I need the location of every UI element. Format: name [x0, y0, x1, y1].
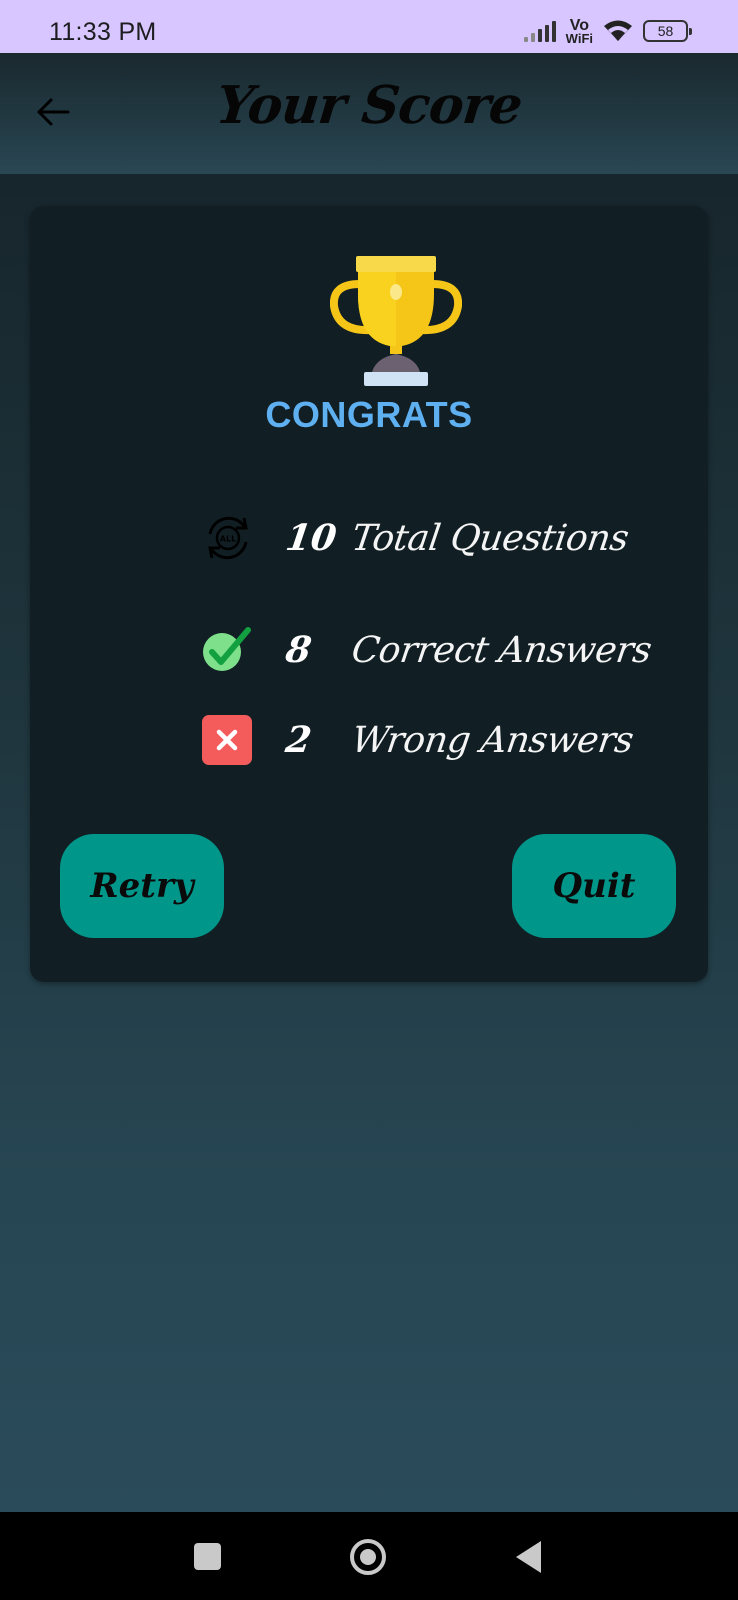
- status-bar: 11:33 PM Vo WiFi 58: [0, 0, 738, 53]
- total-questions-label: Total Questions: [349, 517, 631, 559]
- navigation-bar: [0, 1512, 738, 1600]
- home-circle-icon[interactable]: [350, 1539, 386, 1575]
- trophy-icon: [330, 256, 462, 386]
- back-triangle-icon[interactable]: [516, 1541, 541, 1573]
- status-icons: Vo WiFi 58: [523, 16, 692, 46]
- vowifi-bottom: WiFi: [565, 30, 593, 46]
- app-header: Your Score: [0, 53, 738, 174]
- wrong-answers-label: Wrong Answers: [349, 719, 636, 761]
- total-questions-value: 10: [283, 517, 340, 559]
- stat-wrong-answers: 2 Wrong Answers: [200, 712, 636, 768]
- battery-level: 58: [657, 23, 674, 39]
- correct-answers-value: 8: [283, 629, 315, 671]
- all-cycle-icon: ALL: [200, 510, 256, 566]
- cross-icon: [200, 712, 256, 768]
- status-time: 11:33 PM: [49, 18, 157, 46]
- retry-button[interactable]: Retry: [60, 834, 224, 938]
- signal-icon: [523, 20, 556, 42]
- wifi-icon: [604, 20, 632, 41]
- stat-correct-answers: 8 Correct Answers: [200, 622, 654, 678]
- quit-button[interactable]: Quit: [512, 834, 676, 938]
- svg-text:ALL: ALL: [220, 535, 236, 544]
- congrats-label: CONGRATS: [265, 394, 473, 435]
- wrong-answers-value: 2: [283, 719, 315, 761]
- check-icon: [200, 622, 256, 678]
- stat-total-questions: ALL 10 Total Questions: [200, 510, 631, 566]
- vowifi-icon: Vo WiFi: [565, 17, 593, 46]
- recents-square-icon[interactable]: [194, 1543, 221, 1570]
- score-card: CONGRATS ALL 10 Total Questions 8 Correc…: [30, 206, 708, 982]
- battery-icon: 58: [643, 20, 692, 42]
- page-title: Your Score: [213, 75, 525, 136]
- correct-answers-label: Correct Answers: [349, 629, 654, 671]
